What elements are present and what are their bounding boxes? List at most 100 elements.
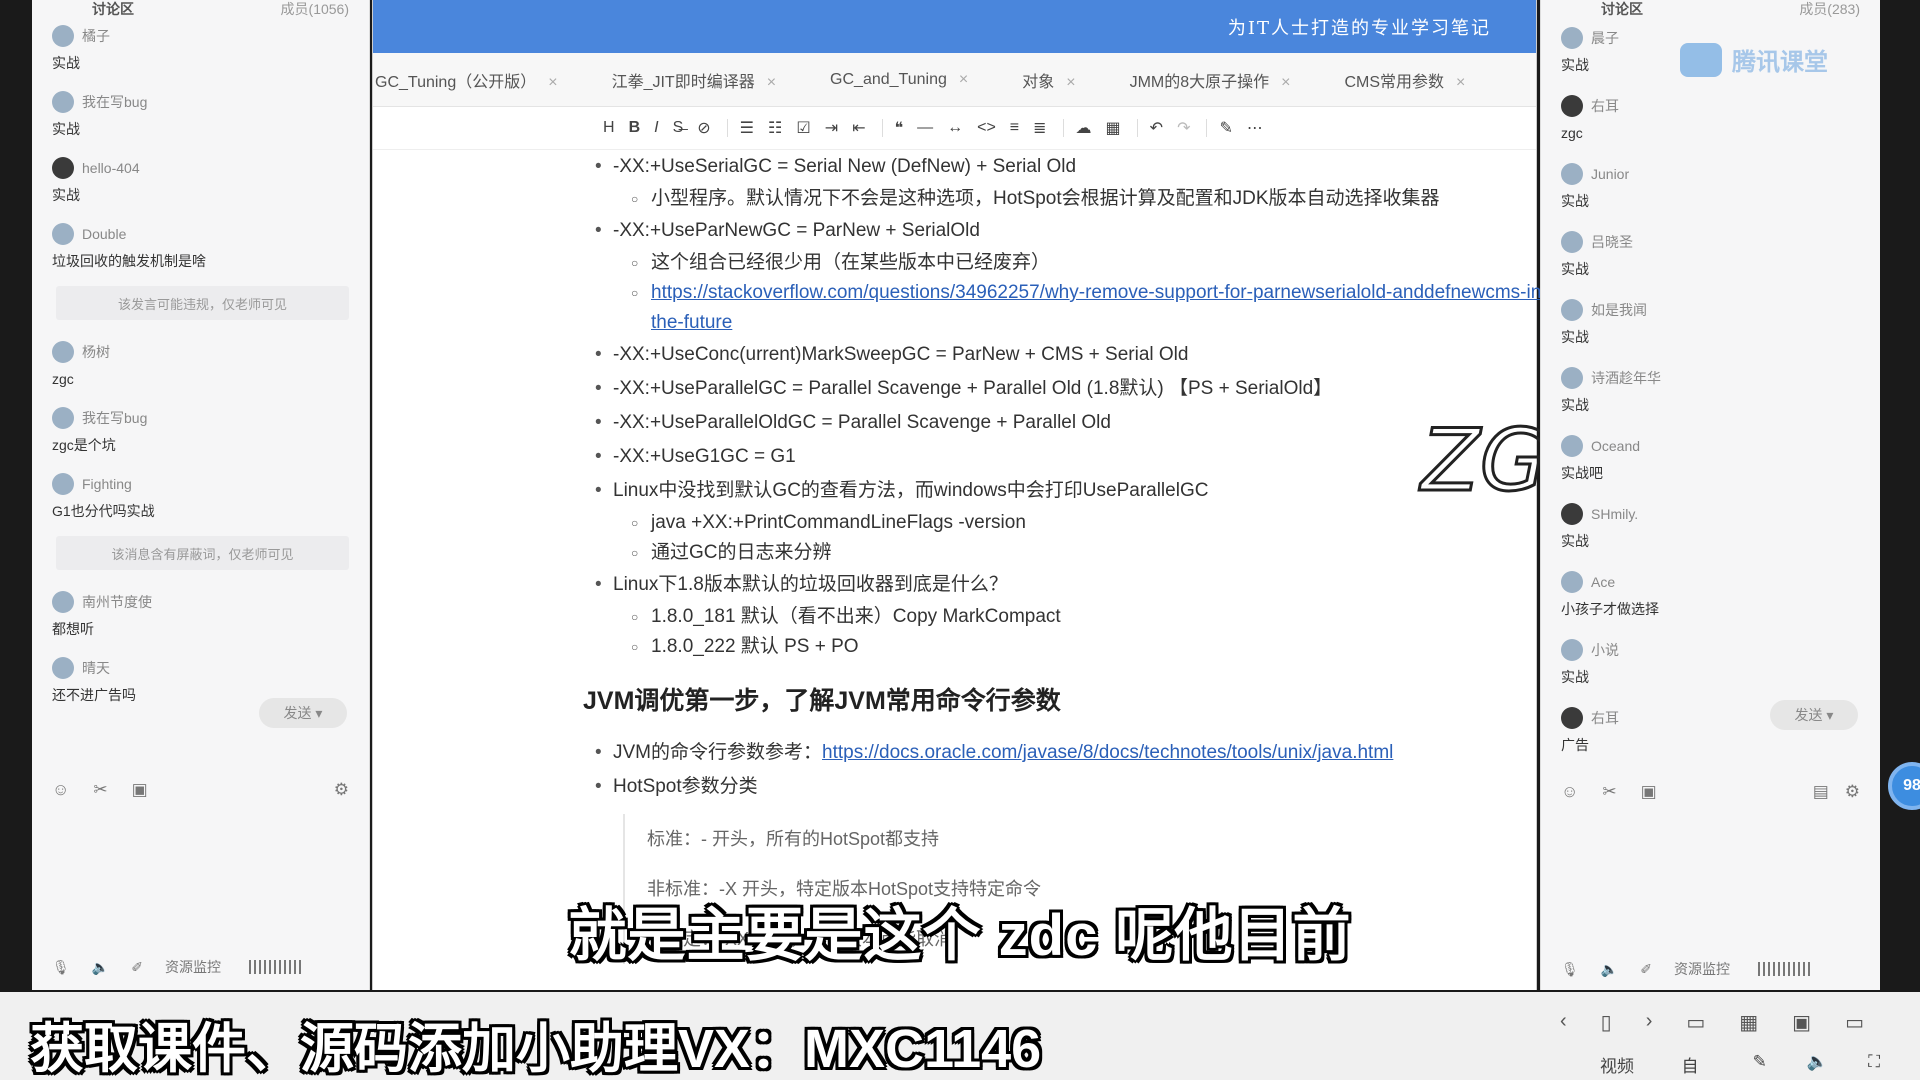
user-name[interactable]: 晨子 (1591, 28, 1619, 48)
horizontal-rule-icon[interactable]: — (917, 119, 933, 137)
pen-icon[interactable]: ✎ (1219, 118, 1232, 138)
user-name[interactable]: Ace (1591, 574, 1615, 590)
stackoverflow-link[interactable]: https://stackoverflow.com/questions/3496… (651, 278, 1551, 338)
strikethrough-icon[interactable]: S̶ (673, 119, 684, 137)
user-name[interactable]: 晴天 (82, 658, 110, 678)
checklist-icon[interactable]: ☑ (796, 118, 810, 138)
avatar[interactable] (52, 157, 74, 179)
arrows-icon[interactable]: ↔ (947, 119, 963, 137)
undo-icon[interactable]: ↶ (1150, 118, 1163, 138)
user-name[interactable]: 如是我闻 (1591, 300, 1647, 320)
tab-discussion[interactable]: 讨论区 (92, 0, 134, 19)
auto-fit-button[interactable]: 自适应 (1682, 1052, 1713, 1080)
user-name[interactable]: Junior (1591, 166, 1629, 182)
doc-tab[interactable]: 对象 × (1020, 68, 1091, 92)
more-icon[interactable]: ⋯ (1247, 118, 1263, 138)
quote-icon[interactable]: ❝ (895, 118, 904, 138)
close-icon[interactable]: × (548, 74, 557, 91)
scissors-icon[interactable]: ✂ (1602, 782, 1616, 802)
next-icon[interactable]: › (1646, 1010, 1653, 1035)
settings-icon[interactable]: ⚙ (334, 780, 349, 800)
avatar[interactable] (1561, 27, 1583, 49)
doc-tab[interactable]: 江拳_JIT即时编译器 × (610, 68, 792, 92)
cloud-icon[interactable]: ☁ (1076, 118, 1092, 138)
layout-icon[interactable]: ▣ (1792, 1010, 1811, 1035)
oracle-docs-link[interactable]: https://docs.oracle.com/javase/8/docs/te… (822, 742, 1393, 763)
close-icon[interactable]: × (1066, 74, 1075, 91)
grid-icon[interactable]: ▦ (1739, 1010, 1758, 1035)
avatar[interactable] (1561, 435, 1583, 457)
close-icon[interactable]: × (1456, 74, 1465, 91)
avatar[interactable] (52, 473, 74, 495)
video-settings-button[interactable]: 视频设置 (1600, 1052, 1642, 1080)
user-name[interactable]: 杨树 (82, 342, 110, 362)
user-name[interactable]: Oceand (1591, 438, 1640, 454)
avatar[interactable] (1561, 95, 1583, 117)
doc-tab[interactable]: JMM的8大原子操作 × (1128, 68, 1307, 92)
floating-badge[interactable]: 98 (1888, 762, 1920, 810)
user-name[interactable]: 右耳 (1591, 96, 1619, 116)
doc-tab[interactable]: GC_Tuning（公开版） × (373, 68, 574, 92)
document-body[interactable]: -XX:+UseSerialGC = Serial New (DefNew) +… (373, 150, 1548, 964)
avatar[interactable] (1561, 503, 1583, 525)
avatar[interactable] (52, 341, 74, 363)
previous-icon[interactable]: ‹ (1560, 1010, 1567, 1035)
close-icon[interactable]: × (1281, 74, 1290, 91)
tab-discussion[interactable]: 讨论区 (1601, 0, 1643, 19)
avatar[interactable] (52, 407, 74, 429)
user-name[interactable]: 南州节度使 (82, 592, 152, 612)
avatar[interactable] (52, 223, 74, 245)
send-button[interactable]: 发送 ▾ (259, 698, 347, 728)
avatar[interactable] (1561, 299, 1583, 321)
redo-icon[interactable]: ↷ (1177, 118, 1190, 138)
user-name[interactable]: Fighting (82, 476, 132, 492)
bullet-list-icon[interactable]: ☰ (740, 118, 754, 138)
close-icon[interactable]: × (959, 71, 968, 88)
indent-icon[interactable]: ⇥ (825, 118, 838, 138)
monitor-icon[interactable]: ▭ (1845, 1010, 1864, 1035)
bold-icon[interactable]: B (629, 119, 641, 137)
user-name[interactable]: 诗酒趁年华 (1591, 368, 1661, 388)
align-icon[interactable]: ≡ (1010, 119, 1019, 137)
volume-icon[interactable]: 🔈 (1807, 1052, 1828, 1080)
avatar[interactable] (52, 657, 74, 679)
settings-icon[interactable]: ⚙ (1845, 782, 1860, 802)
user-name[interactable]: 吕晓圣 (1591, 232, 1633, 252)
user-name[interactable]: 我在写bug (82, 408, 147, 428)
user-name[interactable]: 橘子 (82, 26, 110, 46)
avatar[interactable] (1561, 571, 1583, 593)
user-name[interactable]: hello-404 (82, 160, 140, 176)
avatar[interactable] (1561, 707, 1583, 729)
emoji-icon[interactable]: ☺ (52, 780, 69, 800)
image-icon[interactable]: ▣ (132, 780, 148, 800)
user-name[interactable]: SHmily. (1591, 506, 1638, 522)
scissors-icon[interactable]: ✂ (93, 780, 107, 800)
user-name[interactable]: 右耳 (1591, 708, 1619, 728)
document-icon[interactable]: ▯ (1601, 1010, 1612, 1035)
avatar[interactable] (52, 91, 74, 113)
link-icon[interactable]: ⊘ (697, 118, 710, 138)
italic-icon[interactable]: I (654, 119, 658, 137)
numbered-list-icon[interactable]: ☷ (768, 118, 782, 138)
tab-members[interactable]: 成员(1056) (281, 0, 349, 19)
avatar[interactable] (1561, 639, 1583, 661)
brush-icon[interactable]: ✎ (1753, 1052, 1767, 1080)
doc-tab[interactable]: GC_and_Tuning × (828, 71, 984, 89)
heading-icon[interactable]: H (603, 119, 615, 137)
table-icon[interactable]: ▦ (1106, 118, 1121, 138)
send-button[interactable]: 发送 ▾ (1770, 700, 1858, 730)
fullscreen-icon[interactable]: ⛶ (1868, 1052, 1880, 1080)
emoji-icon[interactable]: ☺ (1561, 782, 1578, 802)
user-name[interactable]: Double (82, 226, 126, 242)
outdent-icon[interactable]: ⇤ (852, 118, 865, 138)
doc-tab[interactable]: CMS常用参数 × (1342, 68, 1481, 92)
close-icon[interactable]: × (767, 74, 776, 91)
avatar[interactable] (1561, 231, 1583, 253)
screen-icon[interactable]: ▭ (1686, 1010, 1705, 1035)
tab-members[interactable]: 成员(283) (1799, 0, 1860, 19)
justify-icon[interactable]: ≣ (1033, 118, 1046, 138)
avatar[interactable] (52, 591, 74, 613)
avatar[interactable] (1561, 163, 1583, 185)
avatar[interactable] (1561, 367, 1583, 389)
avatar[interactable] (52, 25, 74, 47)
